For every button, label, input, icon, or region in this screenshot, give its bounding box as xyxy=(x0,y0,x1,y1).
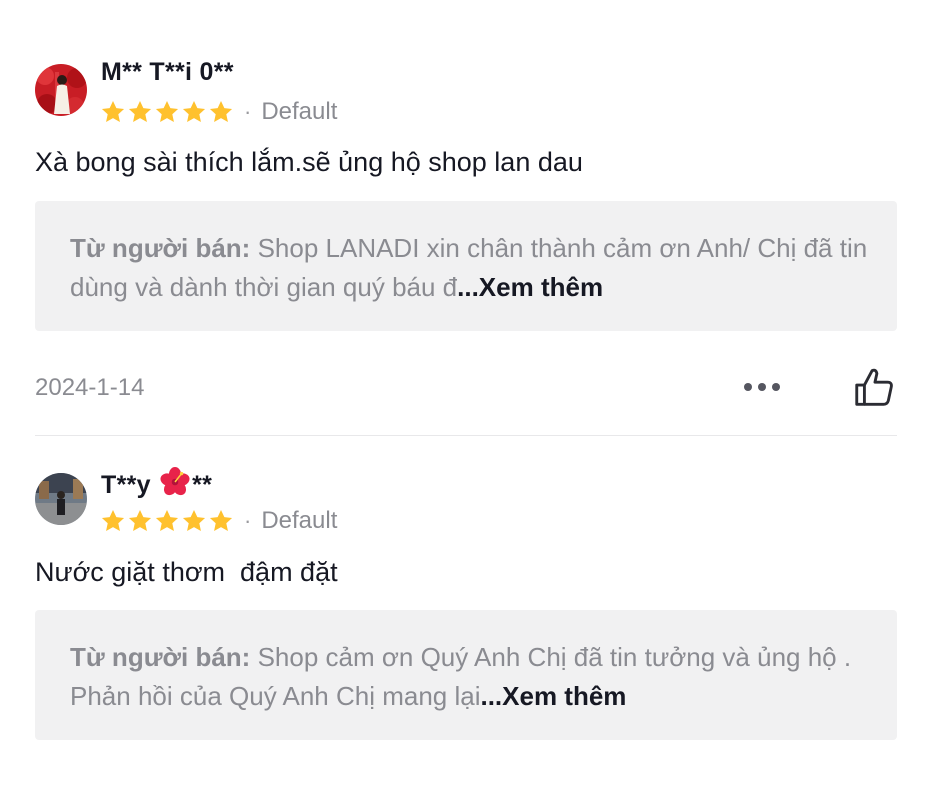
username-suffix: ** xyxy=(192,471,213,499)
more-options-icon[interactable] xyxy=(744,376,780,398)
review-text: Xà bong sài thích lắm.sẽ ủng hộ shop lan… xyxy=(35,147,583,177)
review-date: 2024-1-14 xyxy=(35,374,145,401)
hibiscus-icon xyxy=(160,467,190,496)
star-icon xyxy=(209,100,233,122)
variant-label: Default xyxy=(261,98,338,125)
star-icon xyxy=(155,509,179,531)
star-icon xyxy=(182,509,206,531)
thumbs-up-icon[interactable] xyxy=(851,364,897,410)
seller-reply-box[interactable]: Từ người bán: Shop cảm ơn Quý Anh Chị đã… xyxy=(35,610,897,740)
avatar[interactable] xyxy=(35,473,87,525)
star-icon xyxy=(155,100,179,122)
star-rating xyxy=(100,508,234,534)
review-item: T**y ** · Default Nước giặt thơm đậm đặt xyxy=(0,437,931,800)
review-text: Nước giặt thơm đậm đặt xyxy=(35,557,338,587)
seller-reply-label: Từ người bán: xyxy=(70,642,251,672)
star-icon xyxy=(101,509,125,531)
divider xyxy=(35,435,897,436)
star-rating xyxy=(100,99,234,125)
rating-row: · Default xyxy=(100,506,337,536)
username[interactable]: T**y ** xyxy=(101,467,212,500)
review-item: M** T**i 0** · Default Xà bong sài thích… xyxy=(0,0,931,436)
star-icon xyxy=(128,509,152,531)
seller-reply-label: Từ người bán: xyxy=(70,233,251,263)
rating-row: · Default xyxy=(100,97,337,127)
see-more-link[interactable]: ...Xem thêm xyxy=(457,272,603,302)
seller-reply-box[interactable]: Từ người bán: Shop LANADI xin chân thành… xyxy=(35,201,897,331)
separator: · xyxy=(244,99,252,124)
seller-reply: Từ người bán: Shop LANADI xin chân thành… xyxy=(70,229,870,307)
separator: · xyxy=(244,508,252,533)
avatar[interactable] xyxy=(35,64,87,116)
star-icon xyxy=(209,509,233,531)
see-more-link[interactable]: ...Xem thêm xyxy=(480,681,626,711)
variant-label: Default xyxy=(261,507,338,534)
star-icon xyxy=(128,100,152,122)
seller-reply: Từ người bán: Shop cảm ơn Quý Anh Chị đã… xyxy=(70,638,870,716)
username[interactable]: M** T**i 0** xyxy=(101,58,234,87)
username-prefix: T**y xyxy=(101,471,159,499)
star-icon xyxy=(182,100,206,122)
star-icon xyxy=(101,100,125,122)
